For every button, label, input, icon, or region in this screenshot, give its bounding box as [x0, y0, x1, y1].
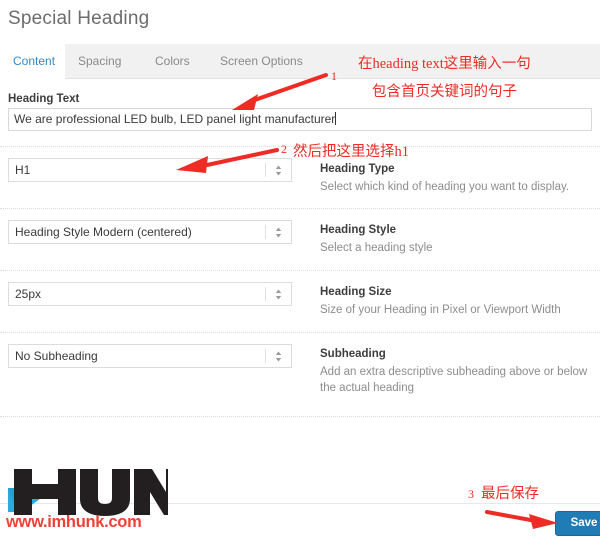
- separator: [0, 332, 600, 333]
- heading-type-select[interactable]: H1: [8, 158, 292, 182]
- annotation-1-line2: 包含首页关键词的句子: [372, 84, 517, 100]
- heading-size-desc-title: Heading Size: [320, 286, 392, 298]
- select-divider: [265, 225, 266, 239]
- heading-text-value: We are professional LED bulb, LED panel …: [14, 112, 336, 126]
- app-window: Special Heading Content Spacing Colors S…: [0, 0, 600, 538]
- heading-style-select[interactable]: Heading Style Modern (centered): [8, 220, 292, 244]
- arrow-3-icon: [485, 510, 558, 529]
- chevron-updown-icon[interactable]: [273, 288, 284, 301]
- subheading-desc-text: Add an extra descriptive subheading abov…: [320, 366, 588, 394]
- separator: [0, 270, 600, 271]
- logo-url-text: www.imhunk.com: [6, 513, 142, 531]
- select-divider: [265, 287, 266, 301]
- heading-type-desc-text: Select which kind of heading you want to…: [320, 181, 570, 193]
- heading-text-input[interactable]: We are professional LED bulb, LED panel …: [8, 108, 592, 131]
- heading-style-desc-title: Heading Style: [320, 224, 397, 236]
- annotation-3-line1: 最后保存: [481, 486, 539, 502]
- save-button[interactable]: Save: [555, 511, 600, 536]
- arrow-1-icon: [232, 73, 328, 110]
- tab-spacing[interactable]: Spacing: [65, 44, 134, 79]
- annotation-2-number: 2: [281, 142, 287, 156]
- heading-size-select[interactable]: 25px: [8, 282, 292, 306]
- text-caret: [335, 112, 337, 125]
- select-divider: [265, 349, 266, 363]
- select-divider: [265, 163, 266, 177]
- chevron-updown-icon[interactable]: [273, 226, 284, 239]
- heading-text-label: Heading Text: [8, 93, 80, 105]
- annotation-2-line1: 然后把这里选择h1: [293, 144, 409, 160]
- subheading-select[interactable]: No Subheading: [8, 344, 292, 368]
- annotation-3-number: 3: [468, 487, 474, 501]
- heading-type-desc-title: Heading Type: [320, 163, 395, 175]
- chevron-updown-icon[interactable]: [273, 350, 284, 363]
- heading-size-desc-text: Size of your Heading in Pixel or Viewpor…: [320, 304, 561, 316]
- hunk-logo-icon: [8, 469, 168, 516]
- tab-colors[interactable]: Colors: [142, 44, 203, 79]
- heading-style-desc-text: Select a heading style: [320, 242, 433, 254]
- separator: [0, 208, 600, 209]
- subheading-value: No Subheading: [15, 349, 98, 363]
- tab-screen-options[interactable]: Screen Options: [207, 44, 316, 79]
- chevron-updown-icon[interactable]: [273, 164, 284, 177]
- annotation-1-line1: 在heading text这里输入一句: [358, 56, 531, 72]
- heading-style-value: Heading Style Modern (centered): [15, 225, 192, 239]
- separator: [0, 416, 600, 417]
- page-title: Special Heading: [8, 8, 150, 29]
- heading-type-value: H1: [15, 163, 31, 177]
- subheading-desc-title: Subheading: [320, 348, 386, 360]
- annotation-1-number: 1: [331, 69, 337, 83]
- tab-content[interactable]: Content: [0, 44, 65, 79]
- heading-size-value: 25px: [15, 287, 42, 301]
